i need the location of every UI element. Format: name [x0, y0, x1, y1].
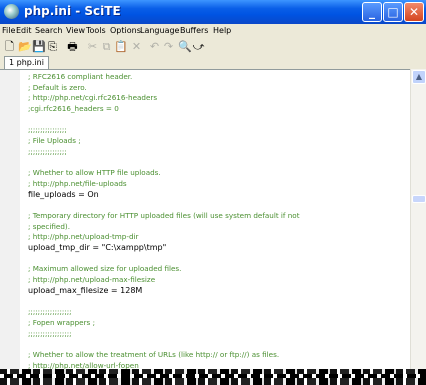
blank-line[interactable] — [28, 115, 408, 126]
comment-line[interactable]: ; Whether to allow HTTP file uploads. — [28, 168, 408, 179]
save-as-icon[interactable]: ⎘ — [46, 40, 59, 53]
comment-line[interactable]: ; Fopen wrappers ; — [28, 318, 408, 329]
comment-line[interactable]: ; Whether to allow the treatment of URLs… — [28, 350, 408, 361]
find-icon[interactable]: 🔍 — [178, 40, 192, 53]
scite-app-icon — [4, 4, 19, 19]
comment-line[interactable]: ; Temporary directory for HTTP uploaded … — [28, 211, 408, 222]
tab-php-ini[interactable]: 1 php.ini — [4, 56, 49, 69]
tab-bar: 1 php.ini — [0, 56, 426, 69]
new-file-icon[interactable]: 🗋 — [3, 40, 16, 53]
blank-line[interactable] — [28, 296, 408, 307]
menu-options[interactable]: Options — [110, 26, 141, 35]
delete-icon[interactable]: ✕ — [130, 40, 143, 53]
menu-help[interactable]: Help — [213, 26, 231, 35]
comment-line[interactable]: ;cgi.rfc2616_headers = 0 — [28, 104, 408, 115]
line-margin[interactable] — [0, 70, 20, 370]
scroll-thumb[interactable] — [412, 195, 426, 203]
editor-pane[interactable]: ; RFC2616 compliant header.; Default is … — [0, 69, 410, 370]
comment-line[interactable]: ;;;;;;;;;;;;;;;; — [28, 147, 408, 158]
copy-icon[interactable]: ⧉ — [100, 40, 113, 53]
close-button[interactable]: ✕ — [404, 2, 424, 22]
comment-line[interactable]: ; http://php.net/upload-max-filesize — [28, 275, 408, 286]
comment-line[interactable]: ; http://php.net/cgi.rfc2616-headers — [28, 93, 408, 104]
comment-line[interactable]: ; Default is zero. — [28, 83, 408, 94]
vertical-scrollbar[interactable]: ▲ — [410, 69, 426, 369]
editor-text[interactable]: ; RFC2616 compliant header.; Default is … — [28, 72, 408, 370]
comment-line[interactable]: ;;;;;;;;;;;;;;;;;; — [28, 307, 408, 318]
comment-line[interactable]: ; File Uploads ; — [28, 136, 408, 147]
menu-view[interactable]: View — [66, 26, 85, 35]
menu-bar: File Edit Search View Tools Options Lang… — [0, 24, 426, 38]
maximize-button[interactable]: □ — [383, 2, 403, 22]
comment-line[interactable]: ; http://php.net/upload-tmp-dir — [28, 232, 408, 243]
find-replace-icon[interactable]: ⤻ — [192, 40, 205, 53]
menu-buffers[interactable]: Buffers — [180, 26, 208, 35]
paste-icon[interactable]: 📋 — [114, 40, 128, 53]
code-line[interactable]: upload_tmp_dir = "C:\xampp\tmp" — [28, 243, 408, 254]
menu-file[interactable]: File — [2, 26, 15, 35]
window-title: php.ini - SciTE — [24, 4, 121, 18]
menu-language[interactable]: Language — [140, 26, 179, 35]
comment-line[interactable]: ; http://php.net/file-uploads — [28, 179, 408, 190]
save-icon[interactable]: 💾 — [32, 40, 46, 53]
comment-line[interactable]: ; RFC2616 compliant header. — [28, 72, 408, 83]
blank-line[interactable] — [28, 158, 408, 169]
minimize-button[interactable]: _ — [362, 2, 382, 22]
print-icon[interactable]: 🖶 — [66, 40, 79, 53]
scroll-up-arrow[interactable]: ▲ — [412, 70, 426, 84]
comment-line[interactable]: ; Maximum allowed size for uploaded file… — [28, 264, 408, 275]
open-folder-icon[interactable]: 📂 — [18, 40, 32, 53]
title-bar: php.ini - SciTE _ □ ✕ — [0, 0, 426, 24]
menu-tools[interactable]: Tools — [86, 26, 106, 35]
redo-icon[interactable]: ↷ — [162, 40, 175, 53]
code-line[interactable]: upload_max_filesize = 128M — [28, 286, 408, 297]
comment-line[interactable]: ; specified). — [28, 222, 408, 233]
blank-line[interactable] — [28, 254, 408, 265]
menu-search[interactable]: Search — [35, 26, 62, 35]
undo-icon[interactable]: ↶ — [148, 40, 161, 53]
toolbar: 🗋 📂 💾 ⎘ 🖶 ✂ ⧉ 📋 ✕ ↶ ↷ 🔍 ⤻ — [0, 38, 426, 56]
cut-icon[interactable]: ✂ — [86, 40, 99, 53]
blank-line[interactable] — [28, 200, 408, 211]
blank-line[interactable] — [28, 339, 408, 350]
rendering-artifact-strip — [0, 369, 426, 385]
comment-line[interactable]: ;;;;;;;;;;;;;;;; — [28, 125, 408, 136]
comment-line[interactable]: ;;;;;;;;;;;;;;;;;; — [28, 329, 408, 340]
code-line[interactable]: file_uploads = On — [28, 190, 408, 201]
menu-edit[interactable]: Edit — [16, 26, 32, 35]
